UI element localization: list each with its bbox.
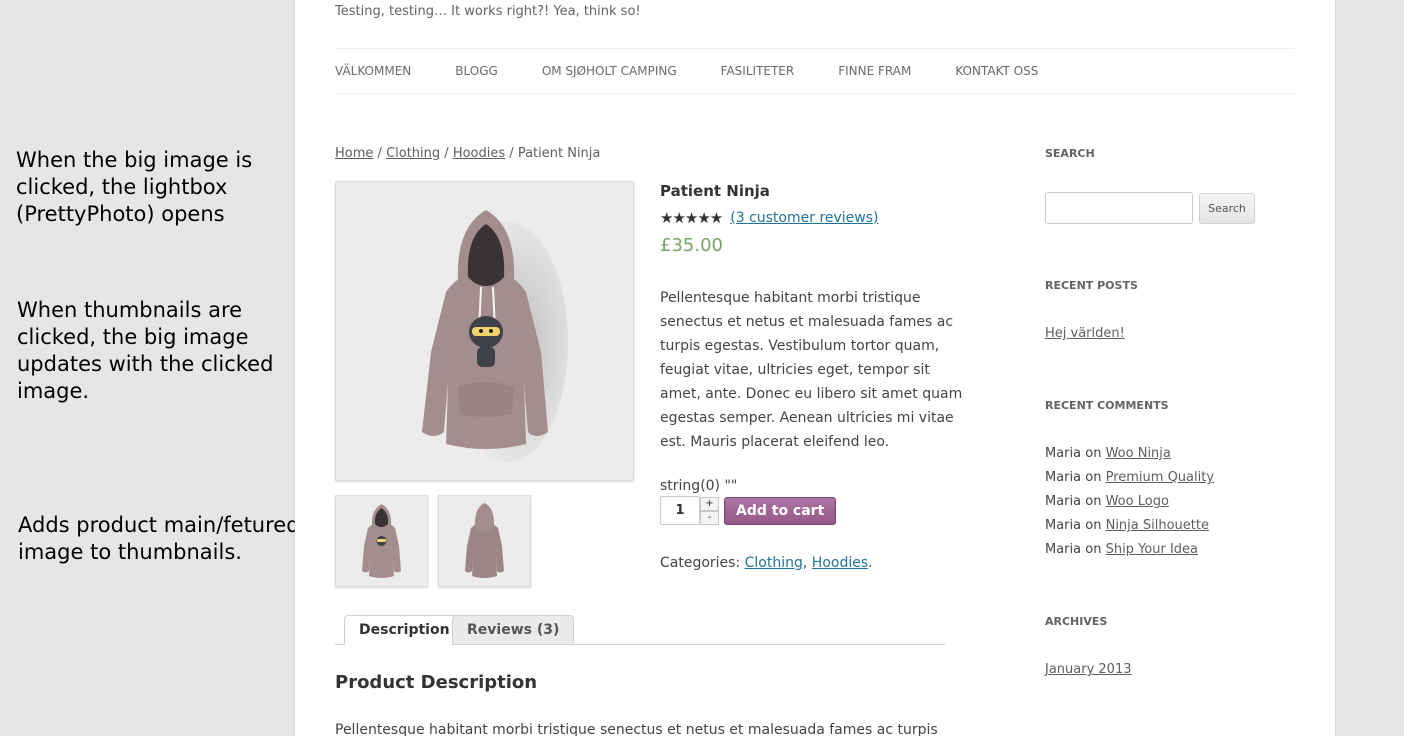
- comment-author: Maria: [1045, 494, 1082, 509]
- product-title: Patient Ninja: [660, 182, 770, 200]
- hoodie-back-thumbnail: [465, 503, 504, 578]
- comment-post-link[interactable]: Ship Your Idea: [1106, 542, 1198, 557]
- tab-reviews[interactable]: Reviews (3): [452, 615, 575, 645]
- nav-item-finne-fram[interactable]: FINNE FRAM: [838, 64, 911, 78]
- product-rating: ★★★★★ (3 customer reviews): [660, 209, 970, 227]
- comment-on-text: on: [1085, 494, 1102, 509]
- categories-label: Categories:: [660, 555, 741, 571]
- product-summary: Patient Ninja ★★★★★ (3 customer reviews)…: [660, 182, 970, 571]
- breadcrumb-current: Patient Ninja: [517, 146, 601, 161]
- annotation-thumbnails: When thumbnails are clicked, the big ima…: [17, 298, 274, 403]
- comment-post-link[interactable]: Woo Ninja: [1106, 446, 1171, 461]
- comment-on-text: on: [1085, 518, 1102, 533]
- comment-on-text: on: [1085, 542, 1102, 557]
- search-input[interactable]: [1045, 192, 1193, 224]
- product-tabs: Description Reviews (3): [335, 615, 945, 645]
- annotation-lightbox: When the big image is clicked, the light…: [16, 148, 253, 226]
- comment-on-text: on: [1085, 470, 1102, 485]
- product-description-heading: Product Description: [335, 672, 538, 693]
- nav-item-blogg[interactable]: BLOGG: [455, 64, 498, 78]
- hoodie-front-image: [422, 210, 568, 462]
- customer-reviews-link[interactable]: (3 customer reviews): [730, 210, 878, 226]
- nav-item-fasiliteter[interactable]: FASILITETER: [721, 64, 795, 78]
- tab-description[interactable]: Description: [344, 615, 465, 645]
- breadcrumb: Home / Clothing / Hoodies / Patient Ninj…: [335, 146, 600, 161]
- nav-item-valkommen[interactable]: VÄLKOMMEN: [335, 64, 411, 78]
- recent-comment-item: Maria on Premium Quality: [1045, 470, 1214, 485]
- add-to-cart-form: 1 + - Add to cart: [660, 496, 970, 525]
- product-categories: Categories: Clothing, Hoodies.: [660, 555, 873, 571]
- product-main-image[interactable]: [335, 181, 634, 481]
- comment-author: Maria: [1045, 446, 1082, 461]
- product-short-description: Pellentesque habitant morbi tristique se…: [660, 290, 963, 450]
- nav-item-kontakt-oss[interactable]: KONTAKT OSS: [955, 64, 1038, 78]
- archive-link[interactable]: January 2013: [1045, 662, 1132, 677]
- annotation-featured-image: Adds product main/fetured image to thumb…: [18, 513, 300, 564]
- comment-post-link[interactable]: Ninja Silhouette: [1106, 518, 1209, 533]
- comment-post-link[interactable]: Premium Quality: [1106, 470, 1214, 485]
- widget-title-recent-comments: RECENT COMMENTS: [1045, 399, 1169, 412]
- breadcrumb-separator: /: [444, 146, 449, 161]
- main-navigation: VÄLKOMMEN BLOGG OM SJØHOLT CAMPING FASIL…: [335, 48, 1295, 94]
- breadcrumb-clothing[interactable]: Clothing: [386, 146, 440, 161]
- product-description-text: Pellentesque habitant morbi tristique se…: [335, 722, 938, 736]
- recent-post-link[interactable]: Hej världen!: [1045, 326, 1125, 341]
- recent-comment-item: Maria on Ship Your Idea: [1045, 542, 1198, 557]
- add-to-cart-button[interactable]: Add to cart: [724, 496, 837, 525]
- quantity-input[interactable]: 1: [660, 496, 700, 525]
- product-thumbnail-front[interactable]: [335, 495, 428, 587]
- breadcrumb-separator: /: [509, 146, 514, 161]
- nav-item-om-sjoholt-camping[interactable]: OM SJØHOLT CAMPING: [542, 64, 677, 78]
- category-link-hoodies[interactable]: Hoodies: [812, 555, 868, 571]
- recent-comment-item: Maria on Woo Logo: [1045, 494, 1169, 509]
- star-rating-icon: ★★★★★: [660, 209, 723, 227]
- hoodie-front-thumbnail: [362, 504, 401, 578]
- widget-title-search: SEARCH: [1045, 147, 1095, 160]
- comment-author: Maria: [1045, 470, 1082, 485]
- comment-on-text: on: [1085, 446, 1102, 461]
- product-price: £35.00: [660, 235, 723, 256]
- recent-comment-item: Maria on Woo Ninja: [1045, 446, 1171, 461]
- breadcrumb-home[interactable]: Home: [335, 146, 373, 161]
- product-thumbnail-back[interactable]: [438, 495, 531, 587]
- widget-title-archives: ARCHIVES: [1045, 615, 1108, 628]
- site-tagline: Testing, testing… It works right?! Yea, …: [335, 4, 641, 19]
- quantity-plus-button[interactable]: +: [700, 496, 719, 511]
- page-container: Testing, testing… It works right?! Yea, …: [295, 0, 1335, 736]
- widget-title-recent-posts: RECENT POSTS: [1045, 279, 1138, 292]
- debug-output: string(0) "": [660, 478, 738, 494]
- comment-author: Maria: [1045, 518, 1082, 533]
- search-button[interactable]: Search: [1199, 193, 1255, 224]
- breadcrumb-separator: /: [377, 146, 382, 161]
- category-link-clothing[interactable]: Clothing: [745, 555, 803, 571]
- comment-author: Maria: [1045, 542, 1082, 557]
- quantity-minus-button[interactable]: -: [700, 510, 719, 525]
- comment-post-link[interactable]: Woo Logo: [1106, 494, 1169, 509]
- quantity-stepper: + -: [700, 496, 719, 525]
- breadcrumb-hoodies[interactable]: Hoodies: [453, 146, 505, 161]
- recent-comment-item: Maria on Ninja Silhouette: [1045, 518, 1209, 533]
